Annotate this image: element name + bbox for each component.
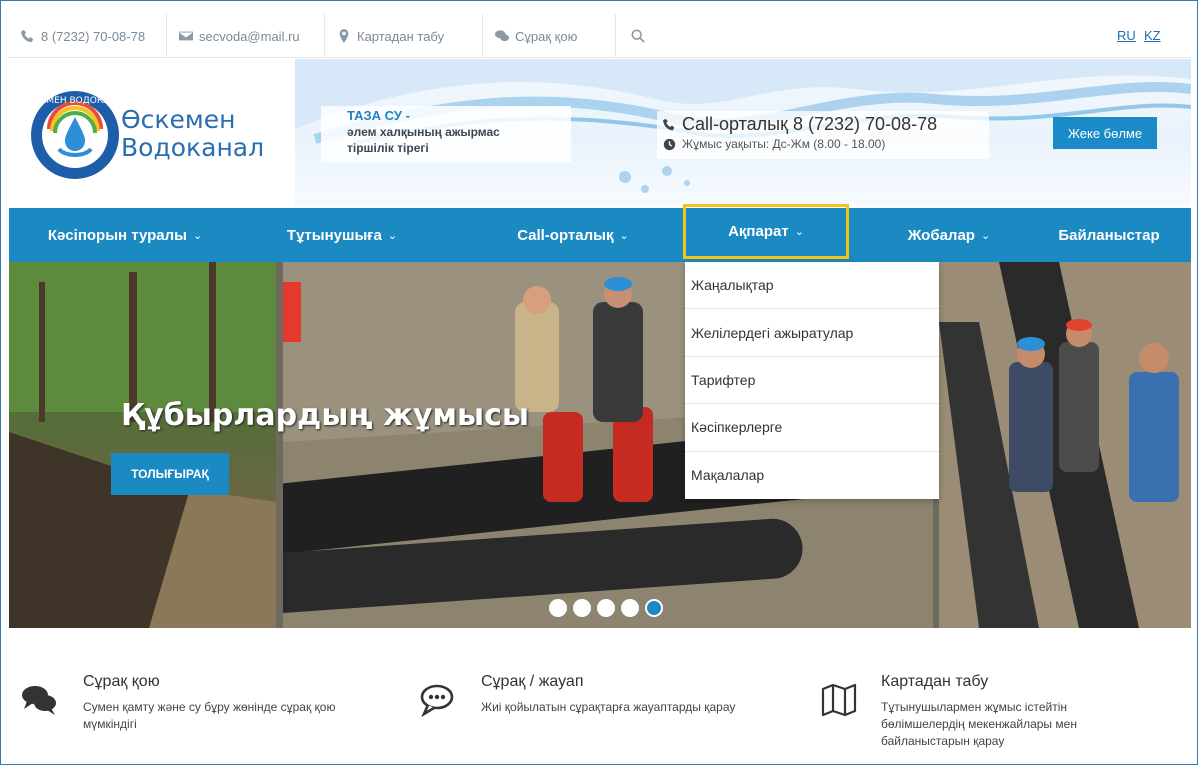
speech-dots-icon (420, 684, 454, 717)
top-ask-label: Сұрақ қою (515, 28, 578, 44)
feature-description: Тұтынушылармен жұмыс істейтін бөлімшелер… (881, 700, 1077, 748)
logo-line-1: Өскемен (121, 105, 236, 134)
page-frame: 8 (7232) 70-08-78 secvoda@mail.ru Картад… (0, 0, 1198, 765)
work-hours: Жұмыс уақыты: Дс-Жм (8.00 - 18.00) (682, 137, 886, 151)
nav-item-label: Жобалар (907, 226, 975, 244)
slider-dot-active[interactable] (645, 599, 663, 617)
feature-description: Жиі қойылатын сұрақтарға жауаптарды қара… (481, 700, 736, 714)
phone-icon (663, 118, 675, 130)
hero-photo-trench (9, 262, 276, 628)
chat-bubbles-icon (22, 686, 56, 715)
slogan-line-1: ТАЗА СУ - (347, 108, 410, 123)
nav-item-information[interactable]: Ақпарат ⌄ (683, 204, 849, 259)
top-map[interactable]: Картадан табу (325, 14, 483, 58)
slider-dots (549, 599, 663, 617)
call-center-box: Call-орталық 8 (7232) 70-08-78 Жұмыс уақ… (657, 111, 989, 159)
dropdown-item-outages[interactable]: Желілердегі ажыратулар (685, 309, 939, 357)
dropdown-item-news[interactable]: Жаңалықтар (685, 262, 939, 310)
slider-dot[interactable] (597, 599, 615, 617)
nav-item-label: Байланыстар (1058, 226, 1160, 244)
top-ask[interactable]: Сұрақ қою (483, 14, 616, 58)
dropdown-item-tariffs[interactable]: Тарифтер (685, 357, 939, 405)
clock-icon (663, 138, 676, 150)
logo-line-2: Водоканал (121, 133, 265, 162)
map-pin-icon (339, 29, 349, 43)
slogan-line-3: тіршілік тірегі (347, 141, 429, 155)
nav-item-projects[interactable]: Жобалар ⌄ (871, 208, 1027, 262)
hero-slider: Құбырлардың жұмысы ТОЛЫҒЫРАҚ (9, 262, 1191, 628)
search-icon (631, 29, 645, 43)
chevron-down-icon: ⌄ (192, 229, 203, 242)
nav-item-consumers[interactable]: Тұтынушыға ⌄ (247, 208, 437, 262)
personal-cabinet-button[interactable]: Жеке бөлме (1053, 117, 1157, 149)
main-nav: Кәсіпорын туралы ⌄ Тұтынушыға ⌄ Call-орт… (9, 204, 1191, 262)
slider-dot[interactable] (621, 599, 639, 617)
envelope-icon (179, 31, 193, 41)
search-button[interactable] (616, 14, 660, 58)
top-phone-label: 8 (7232) 70-08-78 (41, 28, 146, 44)
slider-dot[interactable] (549, 599, 567, 617)
chevron-down-icon: ⌄ (794, 226, 804, 238)
slider-dot[interactable] (573, 599, 591, 617)
logo-text[interactable]: Өскемен Водоканал (121, 106, 264, 162)
slogan-box: ТАЗА СУ - әлем халқының ажырмас тіршілік… (321, 106, 571, 162)
phone-icon (21, 29, 34, 43)
top-phone[interactable]: 8 (7232) 70-08-78 (9, 14, 167, 58)
information-dropdown: Жаңалықтар Желілердегі ажыратулар Тарифт… (685, 262, 939, 499)
hero-photo-pipes (939, 262, 1191, 628)
nav-item-call-center[interactable]: Call-орталық ⌄ (489, 208, 657, 262)
feature-title[interactable]: Картадан табу (881, 673, 988, 691)
nav-item-label: Call-орталық (517, 226, 614, 244)
hero-more-button[interactable]: ТОЛЫҒЫРАҚ (111, 453, 229, 495)
chevron-down-icon: ⌄ (387, 229, 398, 242)
lang-ru-link[interactable]: RU (1117, 28, 1136, 43)
feature-title[interactable]: Сұрақ / жауап (481, 673, 584, 691)
top-email[interactable]: secvoda@mail.ru (167, 14, 325, 58)
chevron-down-icon: ⌄ (980, 229, 991, 242)
top-email-label: secvoda@mail.ru (199, 28, 300, 44)
top-map-label: Картадан табу (357, 28, 445, 44)
nav-item-contacts[interactable]: Байланыстар (1027, 208, 1191, 262)
nav-item-label: Кәсіпорын туралы (47, 226, 187, 244)
nav-item-about[interactable]: Кәсіпорын туралы ⌄ (9, 208, 241, 262)
feature-description: Сумен қамту және су бұру жөнінде сұрақ қ… (83, 700, 336, 731)
folded-map-icon (821, 683, 857, 717)
logo-ring-text: ӨСКЕМЕН ВОДОКАНАЛ (29, 96, 121, 106)
chevron-down-icon: ⌄ (619, 229, 629, 242)
dropdown-item-articles[interactable]: Мақалалар (685, 452, 939, 499)
slogan-line-2: әлем халқының ажырмас (347, 125, 500, 139)
logo-emblem[interactable]: ӨСКЕМЕН ВОДОКАНАЛ (29, 89, 121, 181)
call-center-number[interactable]: Call-орталық 8 (7232) 70-08-78 (682, 113, 937, 135)
site-header: ӨСКЕМЕН ВОДОКАНАЛ Өскемен Водоканал ТАЗА… (9, 59, 1191, 207)
nav-item-label: Ақпарат (728, 223, 789, 240)
dropdown-item-business[interactable]: Кәсіпкерлерге (685, 404, 939, 452)
nav-item-label: Тұтынушыға (286, 226, 382, 244)
top-bar: 8 (7232) 70-08-78 secvoda@mail.ru Картад… (9, 14, 1191, 58)
chat-icon (495, 30, 509, 42)
feature-title[interactable]: Сұрақ қою (83, 673, 160, 691)
hero-title: Құбырлардың жұмысы (121, 398, 530, 433)
lang-kz-link[interactable]: KZ (1144, 28, 1161, 43)
